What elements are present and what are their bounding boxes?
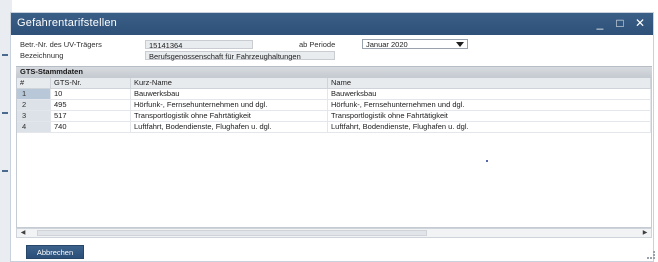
ab-periode-dropdown[interactable]: Januar 2020 [362,39,468,49]
chevron-down-icon[interactable] [456,42,464,47]
scroll-right-icon[interactable]: ▶ [640,229,650,237]
title-bar[interactable]: Gefahrentarifstellen _ □ ✕ [11,13,653,35]
resize-grip-icon[interactable] [647,251,655,259]
row-number[interactable]: 1 [17,88,51,100]
kurz-name-cell[interactable]: Bauwerksbau [130,88,328,100]
gts-table: # GTS-Nr. Kurz-Name Name 1 10 Bauwerksba… [16,77,652,228]
name-cell[interactable]: Transportlogistik ohne Fahrtätigkeit [327,110,651,122]
column-header-name[interactable]: Name [327,78,651,89]
betr-nr-field[interactable]: 15141364 [145,40,253,50]
name-cell[interactable]: Hörfunk-, Fernsehunternehmen und dgl. [327,99,651,111]
background-mark [2,54,8,56]
close-icon[interactable]: ✕ [632,15,648,31]
betr-nr-label: Betr.-Nr. des UV-Trägers [20,40,102,49]
cancel-button[interactable]: Abbrechen [26,245,84,259]
gts-nr-cell[interactable]: 740 [50,121,131,133]
table-row[interactable]: 1 10 Bauwerksbau Bauwerksbau [17,88,651,100]
column-header-kurz-name[interactable]: Kurz-Name [130,78,328,89]
column-header-gts-nr[interactable]: GTS-Nr. [50,78,131,89]
kurz-name-cell[interactable]: Hörfunk-, Fernsehunternehmen und dgl. [130,99,328,111]
kurz-name-cell[interactable]: Luftfahrt, Bodendienste, Flughafen u. dg… [130,121,328,133]
horizontal-scrollbar[interactable]: ◀ ▶ [16,228,652,238]
table-row[interactable]: 4 740 Luftfahrt, Bodendienste, Flughafen… [17,121,651,133]
table-row[interactable]: 3 517 Transportlogistik ohne Fahrtätigke… [17,110,651,122]
window-title: Gefahrentarifstellen [17,17,117,29]
scroll-left-icon[interactable]: ◀ [18,229,28,237]
background-mark [2,170,8,172]
scrollbar-thumb[interactable] [37,230,427,236]
stray-pixel [486,160,488,162]
maximize-icon[interactable]: □ [612,15,628,31]
row-number[interactable]: 4 [17,121,51,133]
gts-nr-cell[interactable]: 517 [50,110,131,122]
gts-nr-cell[interactable]: 495 [50,99,131,111]
table-header-row: # GTS-Nr. Kurz-Name Name [17,78,651,89]
kurz-name-cell[interactable]: Transportlogistik ohne Fahrtätigkeit [130,110,328,122]
name-cell[interactable]: Bauwerksbau [327,88,651,100]
row-number[interactable]: 2 [17,99,51,111]
minimize-icon[interactable]: _ [592,15,608,31]
row-number[interactable]: 3 [17,110,51,122]
bezeichnung-label: Bezeichnung [20,51,64,60]
screen: Gefahrentarifstellen _ □ ✕ Betr.-Nr. des… [0,0,658,262]
gts-nr-cell[interactable]: 10 [50,88,131,100]
table-row[interactable]: 2 495 Hörfunk-, Fernsehunternehmen und d… [17,99,651,111]
ab-periode-value: Januar 2020 [366,40,408,49]
column-header-number[interactable]: # [17,78,51,89]
gts-stammdaten-header: GTS-Stammdaten [16,66,652,77]
ab-periode-label: ab Periode [299,40,336,49]
bezeichnung-field[interactable]: Berufsgenossenschaft für Fahrzeughaltung… [145,51,335,61]
background-mark [2,112,8,114]
name-cell[interactable]: Luftfahrt, Bodendienste, Flughafen u. dg… [327,121,651,133]
